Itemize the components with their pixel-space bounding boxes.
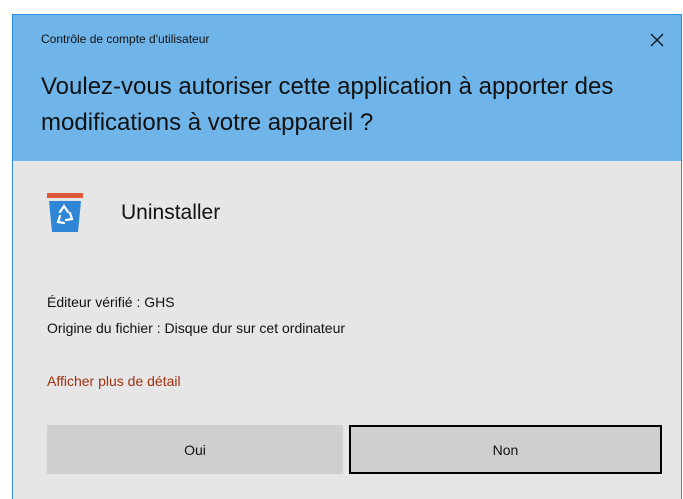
no-button[interactable]: Non [349, 425, 662, 474]
show-details-link[interactable]: Afficher plus de détail [47, 373, 181, 389]
close-icon [650, 33, 664, 47]
publisher-line: Éditeur vérifié : GHS [47, 294, 175, 310]
yes-button[interactable]: Oui [47, 425, 343, 474]
origin-line: Origine du fichier : Disque dur sur cet … [47, 320, 346, 336]
dialog-header: Contrôle de compte d'utilisateur Voulez-… [13, 15, 681, 161]
publisher-info: Éditeur vérifié : GHS Origine du fichier… [47, 289, 345, 341]
close-button[interactable] [633, 23, 681, 57]
dialog-caption: Contrôle de compte d'utilisateur [41, 32, 210, 46]
app-name: Uninstaller [121, 201, 221, 224]
app-info: Uninstaller [47, 193, 220, 233]
dialog-question: Voulez-vous autoriser cette application … [41, 73, 614, 136]
uac-dialog: Contrôle de compte d'utilisateur Voulez-… [12, 14, 682, 499]
recycle-bin-icon [47, 193, 83, 232]
